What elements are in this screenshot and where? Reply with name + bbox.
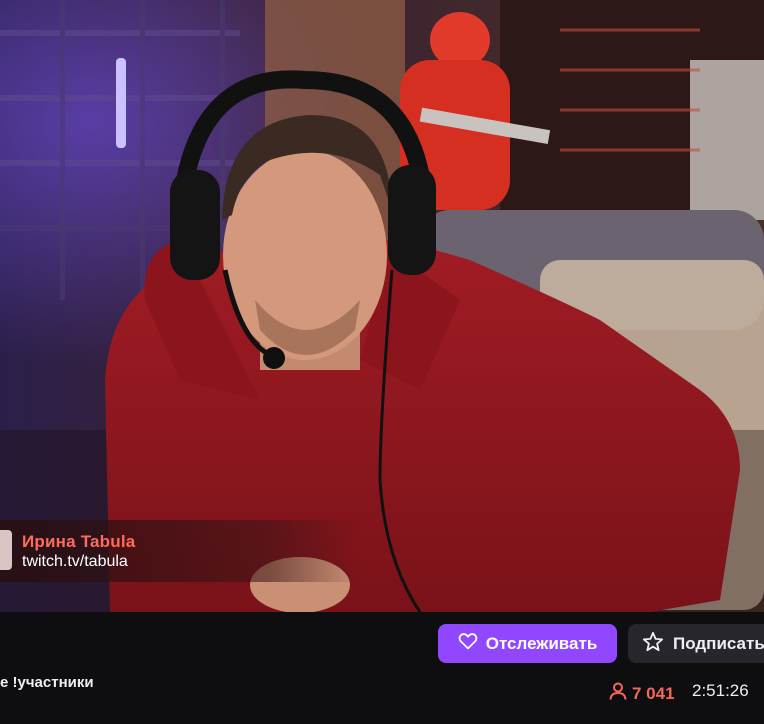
video-player[interactable]: Ирина Tabula twitch.tv/tabula xyxy=(0,0,764,612)
person-icon xyxy=(608,681,628,706)
follow-button[interactable]: Отслеживать xyxy=(438,624,617,663)
stream-title: е !участники xyxy=(0,674,94,691)
overlay-streamer-name: Ирина Tabula xyxy=(22,532,136,551)
viewer-count-value: 7 041 xyxy=(632,683,675,703)
stream-uptime: 2:51:26 xyxy=(692,681,749,700)
star-icon xyxy=(642,631,664,657)
overlay-avatar xyxy=(0,530,12,570)
subscribe-button-label: Подписаться xyxy=(673,633,764,653)
heart-icon xyxy=(458,632,478,655)
follow-button-label: Отслеживать xyxy=(485,633,598,653)
overlay-channel-url: twitch.tv/tabula xyxy=(22,553,128,570)
twitch-player-page: Ирина Tabula twitch.tv/tabula Отслеживат… xyxy=(0,0,764,724)
subscribe-button[interactable]: Подписаться xyxy=(628,624,764,663)
viewer-count: 7 041 xyxy=(608,681,675,706)
